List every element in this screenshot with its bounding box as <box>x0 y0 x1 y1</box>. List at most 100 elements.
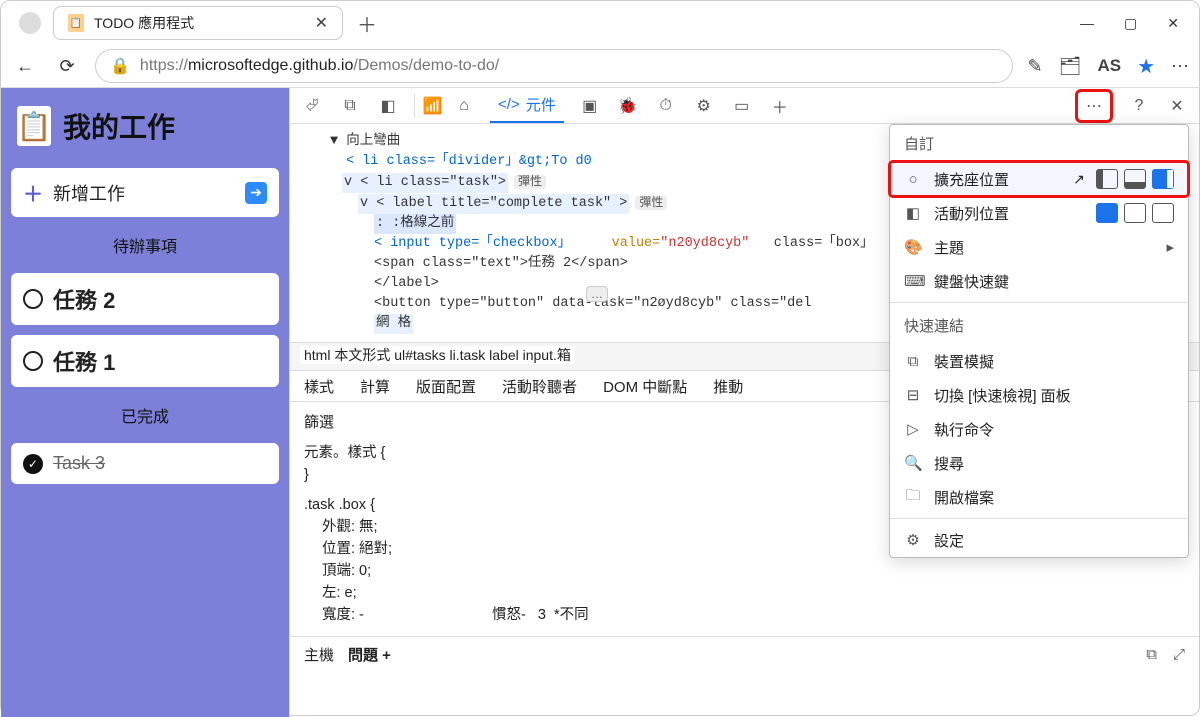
close-window-icon[interactable]: ✕ <box>1167 15 1179 32</box>
play-icon: ▷ <box>904 420 922 438</box>
subtab-more[interactable]: 推動 <box>713 376 743 397</box>
keyboard-icon: ⌨ <box>904 272 922 290</box>
edit-page-icon[interactable]: ✎ <box>1027 56 1042 77</box>
devtools-more-button[interactable]: ⋯ <box>1075 89 1113 123</box>
inspect-icon[interactable]: ⮰ <box>300 94 324 118</box>
add-task-label: 新增工作 <box>53 180 125 206</box>
menu-dock-side[interactable]: ○ 擴充座位置 ↗ <box>890 162 1188 196</box>
todo-title: 📋 我的工作 <box>11 98 279 158</box>
done-task-name: Task 3 <box>53 453 105 474</box>
dom-ellipsis[interactable]: … <box>586 286 608 302</box>
panel-icon[interactable]: ◧ <box>376 94 400 118</box>
browser-tab[interactable]: 📋 TODO 應用程式 ✕ <box>53 6 343 40</box>
menu-device-emulation[interactable]: ⧉ 裝置模擬 <box>890 344 1188 378</box>
subtab-styles[interactable]: 樣式 <box>304 376 334 397</box>
maximize-icon[interactable]: ▢ <box>1124 15 1137 32</box>
dock-bottom-icon[interactable] <box>1124 169 1146 189</box>
devtools-panel: ⮰ ⧉ ◧ 📶 ⌂ </> 元件 ▣ 🐞 ⏱ ⚙ ▭ ＋ ⋯ ? ✕ … ▼ 向… <box>289 88 1199 717</box>
devtools-drawer: 主機 問題 + ⧉ ⤢ <box>290 636 1199 672</box>
application-icon[interactable]: ▭ <box>730 94 754 118</box>
submit-arrow-icon[interactable]: ➔ <box>245 182 267 204</box>
refresh-button[interactable]: ⟳ <box>53 56 81 77</box>
drawer-issues[interactable]: 問題 + <box>348 644 391 665</box>
new-tab-button[interactable]: ＋ <box>357 9 377 38</box>
code-icon: </> <box>498 96 520 113</box>
task-name: 任務 1 <box>53 345 115 377</box>
pending-section-label: 待辦事項 <box>11 227 279 263</box>
menu-header: 自訂 <box>890 125 1188 162</box>
add-task-button[interactable]: ＋ 新增工作 ➔ <box>11 168 279 217</box>
collections-icon[interactable]: 🗂 <box>1059 56 1082 77</box>
device-toggle-icon[interactable]: ⧉ <box>338 94 362 118</box>
devtools-toolbar: ⮰ ⧉ ◧ 📶 ⌂ </> 元件 ▣ 🐞 ⏱ ⚙ ▭ ＋ ⋯ ? ✕ <box>290 88 1199 124</box>
lock-icon: 🔒 <box>110 56 130 76</box>
close-tab-icon[interactable]: ✕ <box>315 13 328 33</box>
panel-icon: ◧ <box>904 204 922 222</box>
menu-settings[interactable]: ⚙ 設定 <box>890 523 1188 557</box>
task-row[interactable]: 任務 2 <box>11 273 279 325</box>
profile-avatar[interactable] <box>19 12 41 34</box>
menu-theme[interactable]: 🎨 主題 ▸ <box>890 230 1188 264</box>
add-tab-icon[interactable]: ＋ <box>768 94 792 118</box>
clipboard-icon: 📋 <box>17 106 51 146</box>
chevron-right-icon: ▸ <box>1166 238 1174 256</box>
drawer-expand-icon[interactable]: ⤢ <box>1173 646 1185 663</box>
task-row[interactable]: 任務 1 <box>11 335 279 387</box>
wifi-icon[interactable]: 📶 <box>414 94 438 118</box>
menu-header-quicklinks: 快速連結 <box>890 307 1188 344</box>
done-task-row[interactable]: ✓ Task 3 <box>11 443 279 484</box>
url-path: /Demos/demo-to-do/ <box>353 57 499 74</box>
tab-elements[interactable]: </> 元件 <box>490 88 564 123</box>
activity-left-icon[interactable] <box>1124 203 1146 223</box>
menu-search[interactable]: 🔍 搜尋 <box>890 446 1188 480</box>
profile-badge[interactable]: AS <box>1097 56 1121 76</box>
done-check-icon[interactable]: ✓ <box>23 454 43 474</box>
dock-left-icon[interactable] <box>1096 169 1118 189</box>
drawer-dock-icon[interactable]: ⧉ <box>1146 646 1157 663</box>
memory-icon[interactable]: ⚙ <box>692 94 716 118</box>
subtab-layout[interactable]: 版面配置 <box>416 376 476 397</box>
dock-right-icon[interactable] <box>1152 169 1174 189</box>
dock-popout-icon[interactable]: ↗ <box>1068 169 1090 189</box>
favorite-star-icon[interactable]: ★ <box>1137 54 1155 79</box>
back-button[interactable]: ← <box>11 56 39 77</box>
console-icon[interactable]: ▣ <box>578 94 602 118</box>
subtab-listeners[interactable]: 活動聆聽者 <box>502 376 577 397</box>
close-devtools-icon[interactable]: ✕ <box>1165 94 1189 118</box>
browser-more-icon[interactable]: ⋯ <box>1171 56 1189 77</box>
home-icon[interactable]: ⌂ <box>452 94 476 118</box>
drawer-host[interactable]: 主機 <box>304 644 334 665</box>
folder-icon: 🗀 <box>904 485 922 510</box>
toggle-panel-icon: ⊟ <box>904 386 922 404</box>
customize-menu: 自訂 ○ 擴充座位置 ↗ ◧ 活動列位置 <box>889 124 1189 558</box>
gear-icon: ⚙ <box>904 531 922 549</box>
tab-title: TODO 應用程式 <box>94 13 305 33</box>
menu-keyboard-shortcuts[interactable]: ⌨ 鍵盤快速鍵 <box>890 264 1188 298</box>
url-host: microsoftedge.github.io <box>188 57 353 74</box>
minimize-icon[interactable]: — <box>1080 15 1094 32</box>
task-checkbox[interactable] <box>23 289 43 309</box>
menu-open-file[interactable]: 🗀 開啟檔案 <box>890 480 1188 514</box>
more-icon: ⋯ <box>1082 94 1106 118</box>
plus-icon: ＋ <box>23 178 43 207</box>
todo-app: 📋 我的工作 ＋ 新增工作 ➔ 待辦事項 任務 2 任務 1 已完成 ✓ Tas… <box>1 88 289 717</box>
search-icon: 🔍 <box>904 454 922 472</box>
menu-activity-bar[interactable]: ◧ 活動列位置 <box>890 196 1188 230</box>
task-name: 任務 2 <box>53 283 115 315</box>
subtab-dom-breakpoints[interactable]: DOM 中斷點 <box>603 376 687 397</box>
menu-run-command[interactable]: ▷ 執行命令 <box>890 412 1188 446</box>
palette-icon: 🎨 <box>904 238 922 256</box>
todo-title-text: 我的工作 <box>63 106 175 146</box>
circle-icon: ○ <box>904 171 922 188</box>
subtab-computed[interactable]: 計算 <box>360 376 390 397</box>
menu-toggle-quickview[interactable]: ⊟ 切換 [快速檢視] 面板 <box>890 378 1188 412</box>
activity-top-icon[interactable] <box>1096 203 1118 223</box>
help-icon[interactable]: ? <box>1127 94 1151 118</box>
performance-icon[interactable]: ⏱ <box>654 94 678 118</box>
activity-right-icon[interactable] <box>1152 203 1174 223</box>
bug-icon[interactable]: 🐞 <box>616 94 640 118</box>
task-checkbox[interactable] <box>23 351 43 371</box>
address-bar[interactable]: 🔒 https://microsoftedge.github.io/Demos/… <box>95 49 1013 83</box>
device-icon: ⧉ <box>904 353 922 370</box>
done-section-label: 已完成 <box>11 397 279 433</box>
